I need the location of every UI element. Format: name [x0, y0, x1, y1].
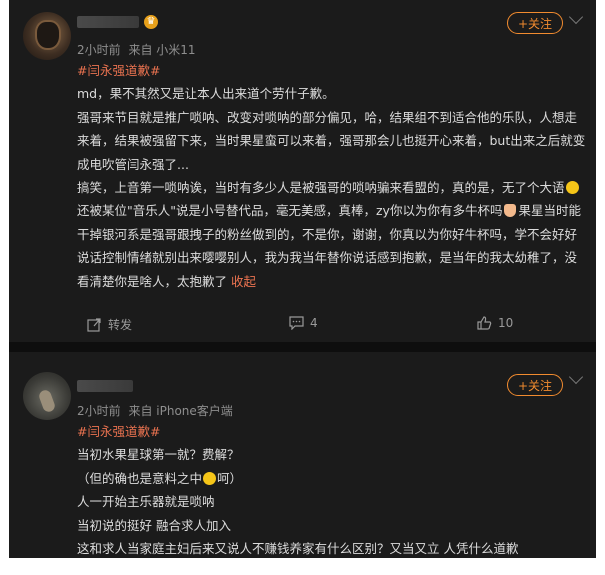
username-redacted[interactable]	[77, 16, 139, 28]
post-paragraph: 还被某位"音乐人"说是小号替代品，毫无美感，真棒，zy你以为你有多牛杯吗	[77, 203, 503, 219]
repost-icon	[87, 317, 101, 332]
post-line: 呵）	[217, 470, 243, 486]
username-redacted[interactable]	[77, 380, 133, 392]
post-line: 当初水果星球第一就？费解？	[77, 447, 240, 463]
action-bar: 转发 4 10	[9, 316, 596, 336]
post-line: （但的确也是意料之中	[77, 470, 203, 486]
post-time: 2小时前	[77, 43, 121, 57]
post-card: ♛ 2小时前 来自 小米11 +关注 #闫永强道歉# md，果不其然又是让本人出…	[9, 0, 596, 342]
repost-label: 转发	[108, 318, 133, 332]
clap-emoji-icon	[504, 204, 517, 218]
post-paragraph: 强哥来节目就是推广唢呐、改变对唢呐的部分偏见，哈，结果组不到适合他的乐队，人想走…	[77, 109, 586, 172]
post-divider	[9, 342, 596, 352]
avatar[interactable]	[23, 372, 71, 420]
comment-icon	[289, 316, 304, 330]
chevron-down-icon[interactable]	[568, 369, 584, 385]
post-meta: 2小时前 来自 iPhone客户端	[77, 402, 233, 419]
like-count: 10	[498, 316, 514, 330]
comment-button[interactable]: 4	[289, 316, 318, 330]
post-line: 人一开始主乐器就是唢呐	[77, 494, 215, 510]
hashtag-link[interactable]: #闫永强道歉#	[77, 63, 160, 78]
post-paragraph: md，果不其然又是让本人出来道个劳什子歉。	[77, 86, 335, 102]
comment-count: 4	[310, 316, 318, 330]
repost-button[interactable]: 转发	[87, 316, 132, 333]
post-time: 2小时前	[77, 404, 121, 418]
like-button[interactable]: 10	[477, 316, 513, 330]
avatar[interactable]	[23, 12, 71, 60]
post-body: #闫永强道歉# 当初水果星球第一就？费解？ （但的确也是意料之中 呵） 人一开始主…	[77, 420, 586, 558]
post-source: 来自 iPhone客户端	[128, 404, 233, 418]
chevron-down-icon[interactable]	[568, 9, 584, 25]
follow-button[interactable]: +关注	[507, 12, 563, 34]
hashtag-link[interactable]: #闫永强道歉#	[77, 424, 160, 439]
follow-button[interactable]: +关注	[507, 374, 563, 396]
post-card: 2小时前 来自 iPhone客户端 +关注 #闫永强道歉# 当初水果星球第一就？…	[9, 352, 596, 558]
post-meta: 2小时前 来自 小米11	[77, 41, 196, 58]
post-paragraph: 搞笑，上音第一唢呐诶，当时有多少人是被强哥的唢呐骗来看盟的，真的是，无了个大语	[77, 180, 565, 196]
weibo-feed: ♛ 2小时前 来自 小米11 +关注 #闫永强道歉# md，果不其然又是让本人出…	[9, 0, 596, 558]
post-line: 当初说的挺好 融合求人加入	[77, 517, 231, 533]
thumbs-up-icon	[477, 316, 492, 330]
collapse-link[interactable]: 收起	[231, 274, 256, 289]
post-body: #闫永强道歉# md，果不其然又是让本人出来道个劳什子歉。 强哥来节目就是推广唢…	[77, 59, 586, 293]
vip-crown-icon: ♛	[144, 15, 158, 29]
post-line: 这和求人当家庭主妇后来又说人不赚钱养家有什么区别？又当又立 人凭什么道歉	[77, 541, 519, 557]
sweat-smile-emoji-icon	[565, 181, 579, 195]
post-source: 来自 小米11	[128, 43, 196, 57]
smile-emoji-icon	[203, 471, 217, 485]
